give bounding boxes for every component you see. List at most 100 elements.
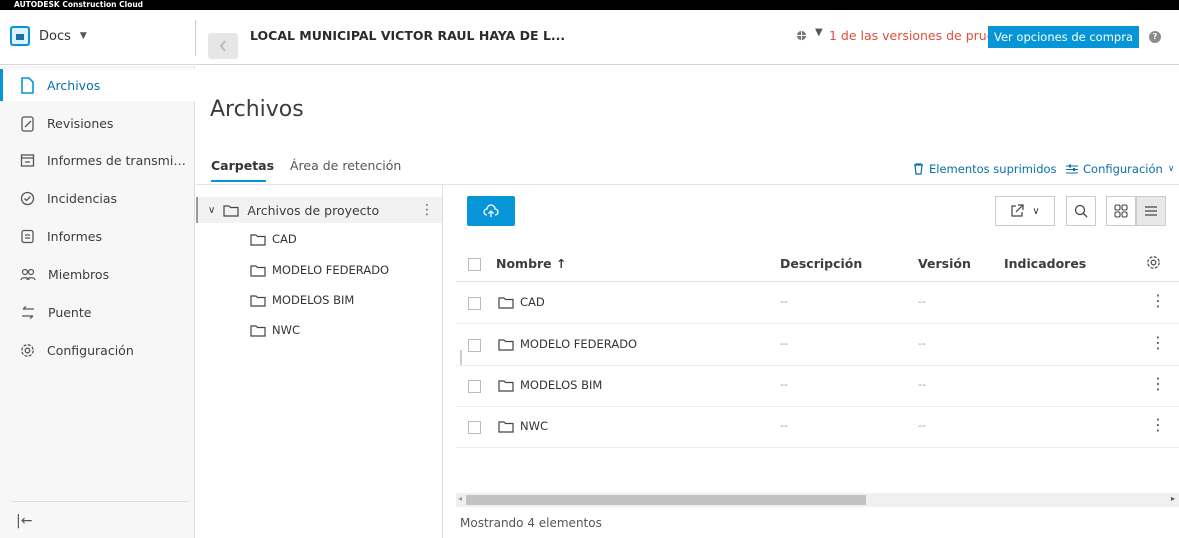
row-more-icon[interactable]: ⋮ [1150, 333, 1166, 352]
file-icon [21, 76, 34, 94]
tree-node-modelo-federado[interactable]: MODELO FEDERADO [250, 263, 389, 277]
column-version-header[interactable]: Versión [918, 256, 971, 271]
bridge-icon [22, 305, 34, 319]
row-name[interactable]: MODELOS BIM [498, 378, 602, 392]
row-more-icon[interactable]: ⋮ [1150, 415, 1166, 434]
help-icon[interactable]: ? [1149, 31, 1161, 43]
review-icon [21, 115, 34, 132]
project-dropdown-icon[interactable]: ▼ [815, 27, 823, 38]
project-thumbnail-icon[interactable] [208, 33, 238, 59]
column-description-header[interactable]: Descripción [780, 256, 862, 271]
row-name[interactable]: CAD [498, 295, 545, 309]
app-switcher[interactable]: Docs ▼ [10, 26, 87, 46]
sidebar-item-label: Informes de transmisi... [47, 152, 187, 168]
search-icon [1074, 204, 1088, 218]
sidebar-item-configuracion[interactable]: Configuración [0, 334, 195, 366]
tab-carpetas[interactable]: Carpetas [211, 158, 274, 173]
share-icon [1011, 204, 1024, 217]
grid-view-button[interactable] [1106, 196, 1136, 226]
sidebar-item-label: Incidencias [47, 190, 118, 206]
deleted-items-link[interactable]: Elementos suprimidos [913, 162, 1057, 176]
sidebar-item-label: Archivos [47, 77, 101, 93]
sidebar-item-miembros[interactable]: Miembros [0, 258, 195, 290]
row-version: -- [918, 337, 926, 350]
horizontal-scrollbar[interactable]: ◂ ▸ [456, 493, 1179, 507]
sidebar-item-revisiones[interactable]: Revisiones [0, 107, 195, 139]
collapse-sidebar-icon[interactable]: |← [16, 513, 32, 529]
tree-node-label: MODELO FEDERADO [272, 263, 390, 277]
folder-icon [498, 379, 514, 392]
brand-bar: AUTODESK Construction Cloud [0, 0, 1179, 10]
scrollbar-thumb[interactable] [466, 495, 866, 505]
upload-button[interactable] [467, 196, 515, 226]
select-all-checkbox[interactable] [468, 258, 481, 271]
row-checkbox[interactable] [468, 297, 481, 310]
page-title: Archivos [210, 97, 304, 122]
tree-node-nwc[interactable]: NWC [250, 323, 300, 337]
column-name-header[interactable]: Nombre ↑ [496, 256, 567, 271]
sidebar-item-transmittals[interactable]: Informes de transmisi... [0, 144, 195, 176]
table-row[interactable]: MODELOS BIM -- -- ⋮ [456, 366, 1179, 407]
row-checkbox[interactable] [468, 339, 481, 352]
sidebar-item-label: Configuración [47, 342, 134, 358]
column-flags-header[interactable]: Indicadores [1004, 256, 1086, 271]
sidebar-item-incidencias[interactable]: Incidencias [0, 182, 195, 214]
trash-icon [914, 163, 923, 175]
sort-ascending-icon: ↑ [556, 256, 567, 271]
tree-node-modelos-bim[interactable]: MODELOS BIM [250, 293, 354, 307]
settings-label: Configuración [1083, 162, 1163, 176]
table-row[interactable]: CAD -- -- ⋮ [456, 283, 1179, 324]
sidebar: Archivos Revisiones Informes de transmis… [0, 66, 195, 538]
row-checkbox[interactable] [468, 421, 481, 434]
folder-icon [250, 294, 266, 307]
settings-link[interactable]: Configuración ∨ [1066, 162, 1174, 176]
items-count-status: Mostrando 4 elementos [460, 516, 602, 530]
folder-tree: ∨ Archivos de proyecto ⋮ CAD MODELO FEDE… [196, 185, 443, 538]
tab-area-retencion[interactable]: Área de retención [290, 158, 401, 173]
folder-icon [250, 264, 266, 277]
table-header: Nombre ↑ Descripción Versión Indicadores [456, 246, 1179, 282]
members-icon [20, 268, 36, 280]
row-name[interactable]: MODELO FEDERADO [498, 337, 637, 351]
scroll-right-icon[interactable]: ▸ [1171, 494, 1175, 503]
tree-root-folder[interactable]: ∨ Archivos de proyecto ⋮ [196, 197, 442, 223]
row-version: -- [918, 419, 926, 432]
folder-icon [498, 338, 514, 351]
column-settings-icon[interactable] [1146, 255, 1161, 270]
chevron-down-icon[interactable]: ∨ [208, 205, 215, 216]
globe-icon [796, 30, 807, 41]
scroll-left-icon[interactable]: ◂ [458, 494, 462, 503]
sidebar-item-puente[interactable]: Puente [0, 296, 195, 328]
search-button[interactable] [1066, 196, 1096, 226]
folder-icon [223, 204, 239, 217]
sidebar-item-label: Informes [47, 228, 102, 244]
sidebar-item-archivos[interactable]: Archivos [0, 69, 195, 101]
docs-app-icon [10, 26, 30, 46]
row-more-icon[interactable]: ⋮ [1150, 291, 1166, 310]
more-options-icon[interactable]: ⋮ [420, 202, 434, 218]
sidebar-item-informes[interactable]: Informes [0, 220, 195, 252]
row-more-icon[interactable]: ⋮ [1150, 374, 1166, 393]
check-circle-icon [20, 191, 35, 205]
active-tab-indicator [211, 180, 266, 182]
row-description: -- [780, 337, 788, 350]
project-name[interactable]: LOCAL MUNICIPAL VICTOR RAUL HAYA DE L... [250, 28, 565, 43]
list-icon [1145, 206, 1157, 216]
tree-node-label: CAD [272, 232, 297, 246]
row-name[interactable]: NWC [498, 419, 548, 433]
sidebar-item-label: Miembros [48, 266, 110, 282]
sidebar-item-label: Puente [48, 304, 92, 320]
row-checkbox[interactable] [468, 380, 481, 393]
buy-options-button[interactable]: Ver opciones de compra [988, 26, 1139, 48]
sidebar-item-label: Revisiones [47, 115, 114, 131]
tree-node-cad[interactable]: CAD [250, 232, 297, 246]
gear-icon [21, 343, 34, 357]
folder-icon [498, 420, 514, 433]
table-row[interactable]: MODELO FEDERADO -- -- ⋮ [456, 325, 1179, 366]
brand-logo: AUTODESK Construction Cloud [14, 0, 144, 9]
folder-icon [250, 233, 266, 246]
table-row[interactable]: NWC -- -- ⋮ [456, 407, 1179, 448]
sidebar-divider [12, 501, 188, 502]
list-view-button[interactable] [1136, 196, 1166, 226]
share-dropdown-button[interactable]: ∨ [995, 196, 1055, 226]
